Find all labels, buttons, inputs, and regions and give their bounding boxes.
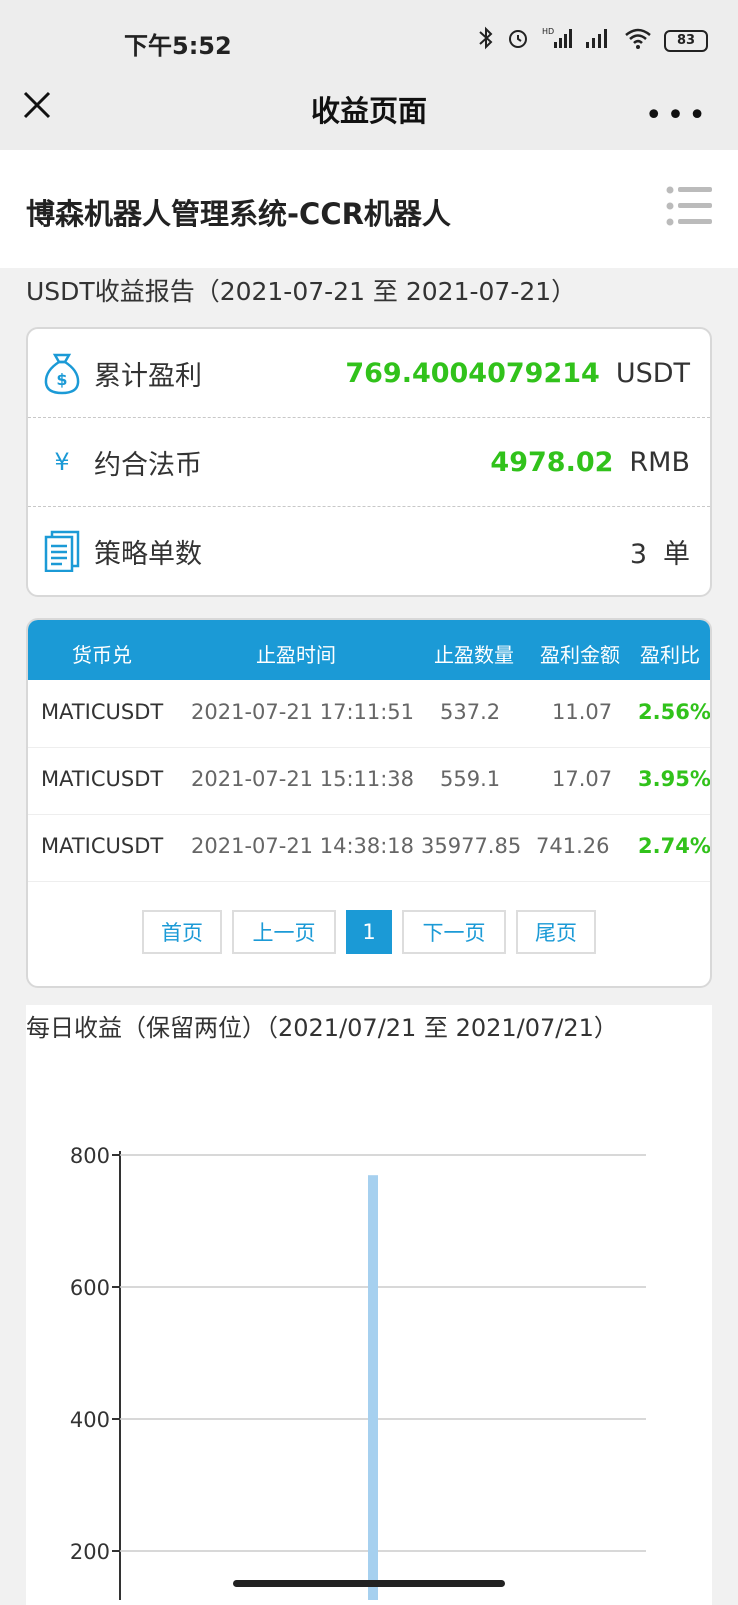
first-page-button[interactable]: 首页 (142, 910, 222, 954)
svg-text:HD: HD (542, 27, 554, 36)
pagination: 首页 上一页 1 下一页 尾页 (28, 910, 710, 958)
table-cell: 537.2 (440, 700, 501, 724)
table-cell: 2.74% (638, 834, 711, 858)
table-cell: 3.95% (638, 767, 711, 791)
column-header: 止盈数量 (434, 643, 514, 667)
summary-value: 769.4004079214 USDT (345, 358, 690, 389)
summary-label: 累计盈利 (94, 360, 202, 392)
table-cell: MATICUSDT (41, 834, 164, 858)
table-cell: 2021-07-21 15:11:38 (191, 767, 415, 791)
bluetooth-icon (478, 26, 494, 55)
signal-hd-icon: HD (542, 26, 572, 55)
report-title: USDT收益报告（2021-07-21 至 2021-07-21） (26, 277, 577, 306)
page-title: 收益页面 (310, 94, 427, 128)
summary-row-total-profit: $ 累计盈利 769.4004079214 USDT (28, 329, 710, 418)
y-tick-label: 600 (70, 1276, 110, 1300)
prev-page-button[interactable]: 上一页 (232, 910, 336, 954)
column-header: 货币兑 (72, 643, 132, 667)
menu-icon[interactable] (666, 186, 714, 232)
orders-unit: 单 (663, 538, 690, 570)
summary-card: $ 累计盈利 769.4004079214 USDT ¥ 约合法币 4978.0… (26, 327, 712, 597)
summary-value: 4978.02 RMB (490, 447, 690, 478)
table-cell: MATICUSDT (41, 700, 164, 724)
table-row: MATICUSDT 2021-07-21 15:11:38 559.1 17.0… (28, 747, 710, 815)
orders-value: 3 (629, 538, 647, 570)
alarm-icon (506, 26, 530, 55)
table-row: MATICUSDT 2021-07-21 14:38:18 35977.85 7… (28, 814, 710, 882)
table-header: 货币兑 止盈时间 止盈数量 盈利金额 盈利比 (28, 620, 710, 680)
column-header: 止盈时间 (256, 643, 336, 667)
chart-plot: 200 400 600 800 (70, 1144, 646, 1600)
table-row: MATICUSDT 2021-07-21 17:11:51 537.2 11.0… (28, 680, 710, 748)
table-cell: 559.1 (440, 767, 501, 791)
summary-row-fiat: ¥ 约合法币 4978.02 RMB (28, 418, 710, 507)
table-cell: 2.56% (638, 700, 711, 724)
summary-value: 3 单 (630, 532, 690, 571)
last-page-button[interactable]: 尾页 (516, 910, 596, 954)
total-profit-unit: USDT (615, 357, 690, 389)
table-cell: MATICUSDT (41, 767, 164, 791)
svg-text:$: $ (56, 370, 67, 389)
column-header: 盈利比 (640, 643, 700, 667)
next-page-button[interactable]: 下一页 (402, 910, 506, 954)
summary-row-orders: 策略单数 3 单 (28, 507, 710, 595)
money-bag-icon: $ (42, 351, 82, 395)
status-time: 下午5:52 (124, 32, 232, 60)
y-tick-label: 200 (70, 1540, 110, 1564)
more-icon[interactable]: ••• (645, 98, 710, 133)
table-cell: 2021-07-21 14:38:18 (191, 834, 415, 858)
summary-label: 策略单数 (94, 538, 202, 570)
wifi-icon (624, 26, 652, 55)
fiat-unit: RMB (629, 446, 690, 478)
profit-table: 货币兑 止盈时间 止盈数量 盈利金额 盈利比 MATICUSDT 2021-07… (26, 618, 712, 988)
column-header: 盈利金额 (540, 643, 620, 667)
battery-icon: 83 (664, 29, 708, 52)
table-cell: 741.26 (536, 834, 610, 858)
current-page-button[interactable]: 1 (346, 910, 392, 954)
home-indicator (233, 1580, 505, 1587)
y-tick-label: 800 (70, 1144, 110, 1168)
y-tick-label: 400 (70, 1408, 110, 1432)
total-profit-value: 769.4004079214 (345, 357, 600, 389)
table-cell: 2021-07-21 17:11:51 (191, 700, 415, 724)
summary-label: 约合法币 (94, 449, 202, 481)
status-icons: HD 83 (478, 26, 708, 55)
signal-icon (584, 26, 612, 55)
table-cell: 11.07 (552, 700, 613, 724)
daily-profit-chart: 每日收益（保留两位）（2021/07/21 至 2021/07/21） 200 4… (26, 1005, 712, 1605)
fiat-value: 4978.02 (490, 446, 614, 478)
bar (368, 1175, 378, 1600)
app-title: 博森机器人管理系统-CCR机器人 (26, 197, 451, 231)
table-cell: 35977.85 (421, 834, 522, 858)
table-cell: 17.07 (552, 767, 613, 791)
document-icon (42, 529, 82, 573)
yen-icon: ¥ (54, 448, 70, 476)
